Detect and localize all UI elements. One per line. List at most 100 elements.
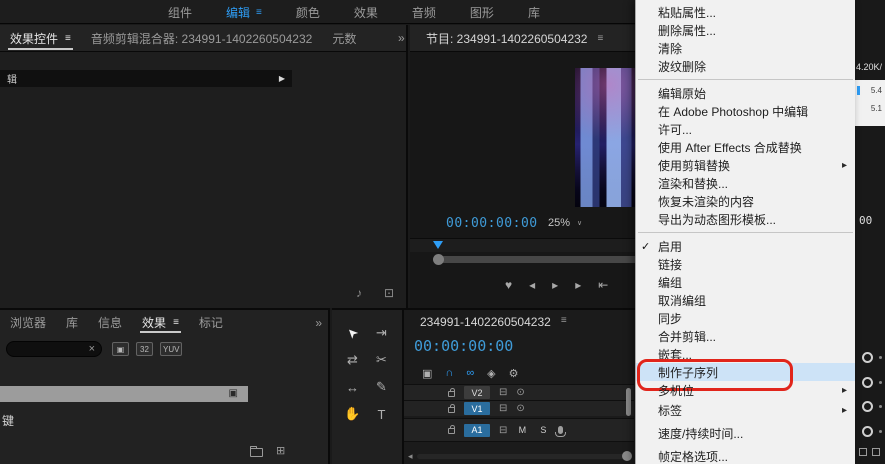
left-tab-effect-controls[interactable]: 效果控件 ≡ (0, 25, 81, 51)
menu-item-merge-clips[interactable]: 合并剪辑... (636, 327, 855, 345)
clip-header-strip[interactable]: 辑 ▶ (0, 70, 292, 87)
track-knob-icon[interactable] (862, 377, 873, 388)
panel-menu-icon[interactable]: ≡ (561, 315, 567, 329)
menu-item-render-and-replace[interactable]: 渲染和替换... (636, 174, 855, 192)
track-lock-icon[interactable] (448, 403, 455, 413)
new-custom-bin-icon[interactable] (250, 446, 263, 457)
sync-lock-icon[interactable]: ⊟ (499, 387, 507, 398)
32bit-filter-icon[interactable]: 32 (136, 342, 153, 356)
expander-icon[interactable]: ▶ (279, 74, 285, 83)
workspace-tab-graphics[interactable]: 图形 (470, 4, 494, 21)
mute-audio-icon[interactable]: ♪ (356, 286, 362, 300)
play-icon[interactable]: ▸ (552, 278, 558, 292)
menu-item-multi-camera[interactable]: 多机位 ▸ (636, 381, 855, 399)
add-marker-icon[interactable]: ◈ (487, 367, 495, 380)
track-knob-icon[interactable] (862, 401, 873, 412)
track-row-a1[interactable]: A1 ⊟ M S (404, 418, 634, 442)
track-row-v2[interactable]: V2 ⊟ ⊙ (404, 384, 634, 400)
track-knob-icon[interactable] (862, 352, 873, 363)
menu-item-ripple-delete[interactable]: 波纹删除 (636, 57, 855, 75)
razor-tool[interactable]: ✂ (367, 351, 396, 369)
selection-tool[interactable]: ➤ (336, 316, 369, 349)
track-scrollbar[interactable] (626, 388, 631, 416)
menu-item-nest[interactable]: 嵌套... (636, 345, 855, 363)
pen-tool[interactable]: ✎ (367, 378, 396, 396)
scroll-left-icon[interactable]: ◂ (408, 451, 413, 462)
menu-item-restore-unrendered[interactable]: 恢复未渲染的内容 (636, 192, 855, 210)
step-forward-icon[interactable]: ▸ (575, 278, 581, 292)
scrollbar-track[interactable] (416, 453, 630, 459)
fx-tab-effects[interactable]: 效果 ≡ (132, 310, 189, 334)
voiceover-record-icon[interactable] (555, 426, 567, 437)
linked-selection-icon[interactable]: ∞ (466, 367, 474, 380)
menu-item-license[interactable]: 许可... (636, 120, 855, 138)
track-label-v1[interactable]: V1 (464, 402, 490, 415)
workspace-tab-audio[interactable]: 音频 (412, 4, 436, 21)
menu-item-paste-attributes[interactable]: 粘贴属性... (636, 3, 855, 21)
track-output-eye-icon[interactable]: ⊙ (516, 387, 524, 398)
track-lock-icon[interactable] (448, 425, 455, 434)
timeline-settings-icon[interactable]: ⚙ (509, 367, 519, 380)
solo-button[interactable]: S (537, 425, 549, 435)
workspace-tab-libraries[interactable]: 库 (528, 4, 540, 21)
ripple-edit-tool[interactable]: ⇄ (338, 351, 367, 369)
menu-item-make-subsequence[interactable]: 制作子序列 (636, 359, 855, 391)
panel-menu-icon[interactable]: ≡ (173, 317, 179, 328)
nested-sequence-icon[interactable]: ▣ (422, 367, 432, 380)
sync-lock-icon[interactable]: ⊟ (499, 403, 507, 414)
menu-item-frame-hold-options[interactable]: 帧定格选项... (636, 445, 855, 464)
menu-item-ungroup[interactable]: 取消编组 (636, 291, 855, 309)
search-input[interactable] (14, 343, 88, 355)
accelerated-effects-filter-icon[interactable]: ▣ (112, 342, 129, 356)
menu-item-remove-attributes[interactable]: 删除属性... (636, 21, 855, 39)
menu-item-export-motion-graphics-template[interactable]: 导出为动态图形模板... (636, 210, 855, 228)
panel-options-icon[interactable]: ⊡ (384, 286, 394, 300)
menu-item-edit-in-photoshop[interactable]: 在 Adobe Photoshop 中编辑 (636, 102, 855, 120)
snap-icon[interactable]: ∩ (445, 367, 453, 380)
menu-item-enable[interactable]: ✓ 启用 (636, 237, 855, 255)
playhead-icon[interactable] (433, 241, 443, 254)
goto-in-icon[interactable]: ⇤ (598, 278, 608, 292)
timeline-header[interactable]: 234991-1402260504232 ≡ (420, 315, 567, 329)
menu-item-link[interactable]: 链接 (636, 255, 855, 273)
menu-item-group[interactable]: 编组 (636, 273, 855, 291)
scrollbar-handle[interactable] (433, 254, 444, 265)
track-knob-icon[interactable] (862, 426, 873, 437)
workspace-tab-components[interactable]: 组件 (168, 4, 192, 21)
mute-button[interactable]: M (516, 425, 528, 435)
slip-tool[interactable]: ↔ (338, 378, 367, 396)
search-box[interactable]: × (6, 341, 102, 357)
zoom-select[interactable]: 25% ∨ (548, 217, 582, 229)
workspace-menu-icon[interactable]: ≡ (256, 7, 262, 18)
hand-tool[interactable]: ✋ (338, 405, 367, 423)
panel-button-icon[interactable] (859, 448, 867, 456)
left-tab-audio-clip-mixer[interactable]: 音频剪辑混合器: 234991-1402260504232 (81, 25, 322, 51)
panel-tabs-overflow-icon[interactable]: » (315, 316, 322, 330)
track-row-v1[interactable]: V1 ⊟ ⊙ (404, 400, 634, 416)
fx-tab-libraries[interactable]: 库 (56, 310, 88, 334)
panel-menu-icon[interactable]: ≡ (597, 33, 603, 44)
new-preset-icon[interactable]: ⊞ (276, 446, 285, 457)
timeline-hscrollbar[interactable]: ◂ (408, 450, 634, 462)
program-scrollbar[interactable] (433, 254, 640, 265)
track-label-v2[interactable]: V2 (464, 386, 490, 399)
menu-item-clear[interactable]: 清除 (636, 39, 855, 57)
menu-item-synchronize[interactable]: 同步 (636, 309, 855, 327)
track-lock-icon[interactable] (448, 387, 455, 397)
scrollbar-handle[interactable] (622, 451, 632, 461)
left-tab-metadata[interactable]: 元数 (322, 25, 366, 51)
clear-search-icon[interactable]: × (89, 342, 95, 357)
add-marker-icon[interactable]: ♥ (505, 278, 512, 292)
menu-item-replace-with-ae-composition[interactable]: 使用 After Effects 合成替换 (636, 138, 855, 156)
fx-tab-info[interactable]: 信息 (88, 310, 132, 334)
menu-item-edit-original[interactable]: 编辑原始 (636, 84, 855, 102)
workspace-tab-effects[interactable]: 效果 (354, 4, 378, 21)
track-select-forward-tool[interactable]: ⇥ (367, 324, 396, 342)
fx-tab-markers[interactable]: 标记 (189, 310, 233, 334)
step-back-icon[interactable]: ◂ (529, 278, 535, 292)
workspace-tab-edit[interactable]: 编辑 ≡ (226, 4, 262, 21)
yuv-filter-icon[interactable]: YUV (160, 342, 183, 356)
fx-tab-browser[interactable]: 浏览器 (0, 310, 56, 334)
workspace-tab-color[interactable]: 颜色 (296, 4, 320, 21)
panel-button-icon[interactable] (872, 448, 880, 456)
